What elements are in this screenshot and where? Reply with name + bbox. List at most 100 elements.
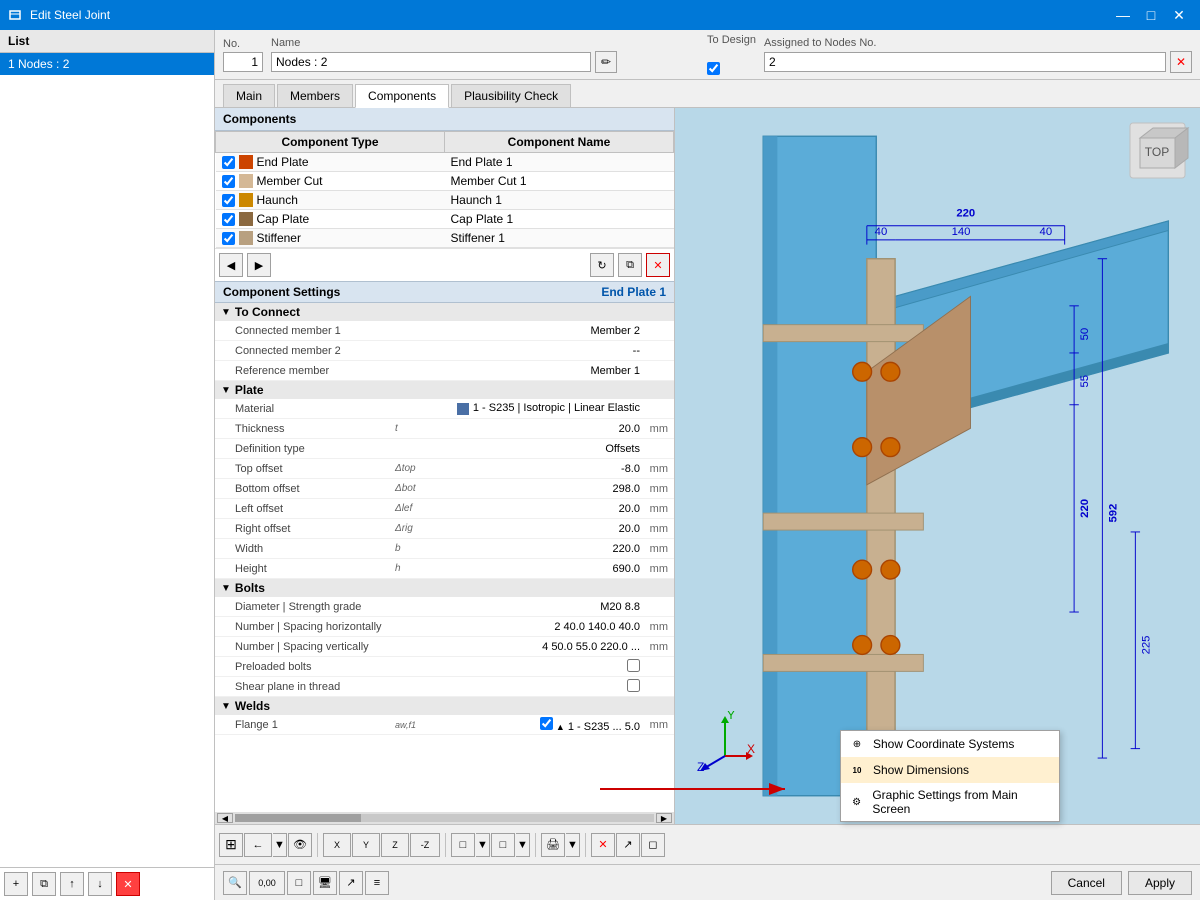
comp-delete-btn[interactable]: ✕ [646, 253, 670, 277]
settings-group-to connect[interactable]: ▼ To Connect [215, 303, 674, 321]
dropdown-item-dimensions[interactable]: 10 Show Dimensions [841, 757, 1059, 783]
z-view-btn[interactable]: Z [381, 833, 409, 857]
render-mode-btn[interactable]: □ [451, 833, 475, 857]
settings2-dropdown-btn[interactable]: ▼ [516, 833, 530, 857]
dropdown-item-coordinate[interactable]: ⊕ Show Coordinate Systems [841, 731, 1059, 757]
svg-text:X: X [747, 742, 755, 756]
settings-row[interactable]: Connected member 1 Member 2 [215, 321, 674, 341]
comp-checkbox[interactable] [222, 194, 235, 207]
settings-row[interactable]: Thickness t 20.0 mm [215, 419, 674, 439]
settings-group-bolts[interactable]: ▼ Bolts [215, 579, 674, 597]
settings-row[interactable]: Connected member 2 -- [215, 341, 674, 361]
collapse-icon: ▼ [221, 583, 231, 594]
settings-row[interactable]: Preloaded bolts [215, 657, 674, 677]
arrow-btn[interactable]: ↗ [339, 871, 363, 895]
row-checkbox[interactable] [627, 679, 640, 692]
settings-row[interactable]: Bottom offset Δbot 298.0 mm [215, 479, 674, 499]
fullscreen-btn[interactable]: ◻ [641, 833, 665, 857]
cancel-button[interactable]: Cancel [1051, 871, 1122, 895]
duplicate-button[interactable]: ⧉ [32, 872, 56, 896]
weld-checkbox[interactable] [540, 717, 553, 730]
move-up-button[interactable]: ↑ [60, 872, 84, 896]
settings-row[interactable]: Definition type Offsets [215, 439, 674, 459]
scroll-left-btn[interactable]: ◀ [217, 813, 233, 823]
grid-btn[interactable]: □ [287, 871, 311, 895]
tab-main[interactable]: Main [223, 84, 275, 107]
expand-btn[interactable]: ↗ [616, 833, 640, 857]
dropdown-item-graphics[interactable]: ⚙ Graphic Settings from Main Screen [841, 783, 1059, 821]
settings-row[interactable]: Right offset Δrig 20.0 mm [215, 519, 674, 539]
viewport-cube[interactable]: TOP [1125, 118, 1190, 186]
close-view-btn[interactable]: ✕ [591, 833, 615, 857]
comp-checkbox[interactable] [222, 175, 235, 188]
value-btn[interactable]: 0,00 [249, 871, 285, 895]
component-row[interactable]: Member Cut Member Cut 1 [216, 172, 674, 191]
settings-content[interactable]: ▼ To Connect Connected member 1 Member 2… [215, 303, 674, 812]
component-row[interactable]: Stiffener Stiffener 1 [216, 229, 674, 248]
component-row[interactable]: Haunch Haunch 1 [216, 191, 674, 210]
comp-checkbox[interactable] [222, 213, 235, 226]
action-bar: 🔍 0,00 □ 🖥 ↗ ≡ Cancel Apply [215, 864, 1200, 900]
settings-row[interactable]: Left offset Δlef 20.0 mm [215, 499, 674, 519]
move-down-button[interactable]: ↓ [88, 872, 112, 896]
settings-row[interactable]: Diameter | Strength grade M20 8.8 [215, 597, 674, 617]
settings-row[interactable]: Number | Spacing vertically 4 50.0 55.0 … [215, 637, 674, 657]
settings-group-welds[interactable]: ▼ Welds [215, 697, 674, 715]
row-checkbox[interactable] [627, 659, 640, 672]
horizontal-scrollbar[interactable]: ◀ ▶ [215, 812, 674, 824]
add-item-button[interactable]: + [4, 872, 28, 896]
eye-btn[interactable]: 👁 [288, 833, 312, 857]
group-label: To Connect [235, 305, 300, 319]
menu-btn[interactable]: ≡ [365, 871, 389, 895]
settings-row[interactable]: Material 1 - S235 | Isotropic | Linear E… [215, 399, 674, 419]
to-design-checkbox[interactable] [707, 62, 720, 75]
comp-move-right-btn[interactable]: ▶ [247, 253, 271, 277]
comp-checkbox[interactable] [222, 156, 235, 169]
component-row[interactable]: Cap Plate Cap Plate 1 [216, 210, 674, 229]
settings-row[interactable]: Height h 690.0 mm [215, 559, 674, 579]
settings-group-plate[interactable]: ▼ Plate [215, 381, 674, 399]
tab-components[interactable]: Components [355, 84, 449, 108]
settings-row[interactable]: Number | Spacing horizontally 2 40.0 140… [215, 617, 674, 637]
scroll-right-btn[interactable]: ▶ [656, 813, 672, 823]
list-item[interactable]: 1 Nodes : 2 [0, 53, 214, 75]
y-view-btn[interactable]: Y [352, 833, 380, 857]
comp-color-swatch [239, 155, 253, 169]
nav-dropdown-btn[interactable]: ▼ [273, 833, 287, 857]
coordinate-label: Show Coordinate Systems [873, 737, 1014, 751]
settings-row[interactable]: Shear plane in thread [215, 677, 674, 697]
comp-copy-btn[interactable]: ⧉ [618, 253, 642, 277]
comp-checkbox[interactable] [222, 232, 235, 245]
assigned-input[interactable] [764, 52, 1166, 72]
comp-move-left-btn[interactable]: ◀ [219, 253, 243, 277]
view-all-btn[interactable]: ⊞ [219, 833, 243, 857]
print-btn[interactable]: 🖨 [541, 833, 565, 857]
tab-members[interactable]: Members [277, 84, 353, 107]
minimize-button[interactable]: — [1110, 2, 1136, 28]
tab-plausibility[interactable]: Plausibility Check [451, 84, 571, 107]
neg-z-view-btn[interactable]: -Z [410, 833, 440, 857]
name-input[interactable] [271, 52, 591, 72]
settings2-btn[interactable]: □ [491, 833, 515, 857]
print-dropdown-btn[interactable]: ▼ [566, 833, 580, 857]
edit-name-button[interactable]: ✏ [595, 51, 617, 73]
x-view-btn[interactable]: X [323, 833, 351, 857]
settings-row[interactable]: Flange 1 aw,f1 ▲ 1 - S235 ... 5.0 mm [215, 715, 674, 735]
settings-row[interactable]: Top offset Δtop -8.0 mm [215, 459, 674, 479]
comp-color-swatch [239, 174, 253, 188]
render-dropdown-btn[interactable]: ▼ [476, 833, 490, 857]
no-input[interactable] [223, 52, 263, 72]
search-btn[interactable]: 🔍 [223, 871, 247, 895]
clear-assigned-button[interactable]: ✕ [1170, 51, 1192, 73]
settings-row[interactable]: Reference member Member 1 [215, 361, 674, 381]
settings-row[interactable]: Width b 220.0 mm [215, 539, 674, 559]
comp-refresh-btn[interactable]: ↻ [590, 253, 614, 277]
component-row[interactable]: End Plate End Plate 1 [216, 153, 674, 172]
close-button[interactable]: ✕ [1166, 2, 1192, 28]
monitor-btn[interactable]: 🖥 [313, 871, 337, 895]
nav-back-btn[interactable]: ← [244, 833, 272, 857]
maximize-button[interactable]: □ [1138, 2, 1164, 28]
list-header: List [0, 30, 214, 53]
apply-button[interactable]: Apply [1128, 871, 1192, 895]
delete-button[interactable]: ✕ [116, 872, 140, 896]
